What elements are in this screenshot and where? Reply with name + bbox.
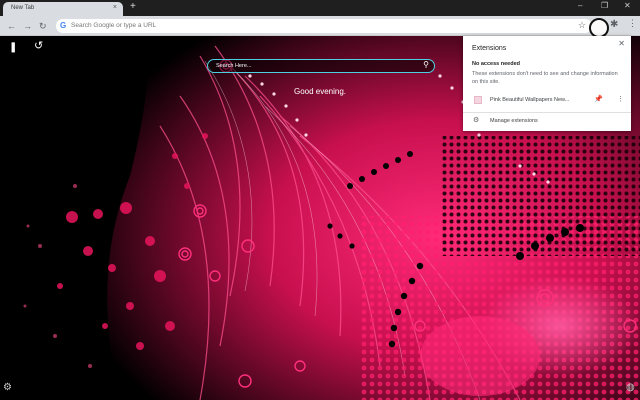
forward-arrow-icon[interactable]: → xyxy=(23,20,32,32)
puzzle-icon[interactable]: ✱ xyxy=(610,19,618,30)
address-bar[interactable]: G Search Google or type a URL ☆ xyxy=(56,19,592,33)
google-g-icon: G xyxy=(60,21,67,30)
tab-title: New Tab xyxy=(11,5,35,11)
back-arrow-icon[interactable]: ← xyxy=(7,20,16,32)
restore-button[interactable]: ❐ xyxy=(601,1,608,10)
globe-icon[interactable]: ◍ xyxy=(626,382,635,393)
manage-extensions-button[interactable]: ⚙ Manage extensions xyxy=(472,116,622,127)
tab-new-tab[interactable]: New Tab × xyxy=(3,2,123,16)
no-access-description: These extensions don't need to see and c… xyxy=(472,71,618,85)
gear-icon: ⚙ xyxy=(473,117,480,124)
star-icon[interactable]: ☆ xyxy=(578,20,586,31)
menu-dots-icon[interactable]: ⋮ xyxy=(628,18,637,29)
manage-extensions-label: Manage extensions xyxy=(490,118,538,124)
tab-close-icon[interactable]: × xyxy=(113,4,117,11)
reload-icon[interactable]: ↻ xyxy=(39,20,47,32)
close-window-button[interactable]: ✕ xyxy=(624,1,631,10)
search-input[interactable]: Search Here... ⚲ xyxy=(207,59,435,73)
pin-icon[interactable]: 📌 xyxy=(594,95,603,103)
address-bar-placeholder: Search Google or type a URL xyxy=(71,22,157,29)
extension-name: Pink Beautiful Wallpapers New... xyxy=(490,97,570,103)
search-icon[interactable]: ⚲ xyxy=(423,60,429,69)
bookmark-icon[interactable]: ❚ xyxy=(9,42,17,53)
extension-item[interactable]: Pink Beautiful Wallpapers New... 📌 ⋮ xyxy=(472,94,624,107)
extension-thumbnail-icon xyxy=(474,96,482,104)
search-placeholder: Search Here... xyxy=(216,63,252,69)
close-icon[interactable]: ✕ xyxy=(618,39,625,48)
gear-icon[interactable]: ⚙ xyxy=(3,382,12,393)
magnifier-cursor xyxy=(589,18,609,38)
greeting-text: Good evening. xyxy=(293,87,347,96)
toolbar: ← → ↻ G Search Google or type a URL ☆ ✱ … xyxy=(0,16,640,36)
history-icon[interactable]: ↺ xyxy=(34,39,43,52)
extensions-popup: Extensions ✕ No access needed These exte… xyxy=(463,36,631,131)
more-options-icon[interactable]: ⋮ xyxy=(617,95,624,103)
minimize-button[interactable]: – xyxy=(578,1,582,10)
new-tab-button[interactable]: + xyxy=(130,1,136,12)
no-access-heading: No access needed xyxy=(472,61,520,67)
extensions-title: Extensions xyxy=(472,45,507,52)
divider xyxy=(463,112,631,113)
title-bar: New Tab × + – ❐ ✕ xyxy=(0,0,640,16)
